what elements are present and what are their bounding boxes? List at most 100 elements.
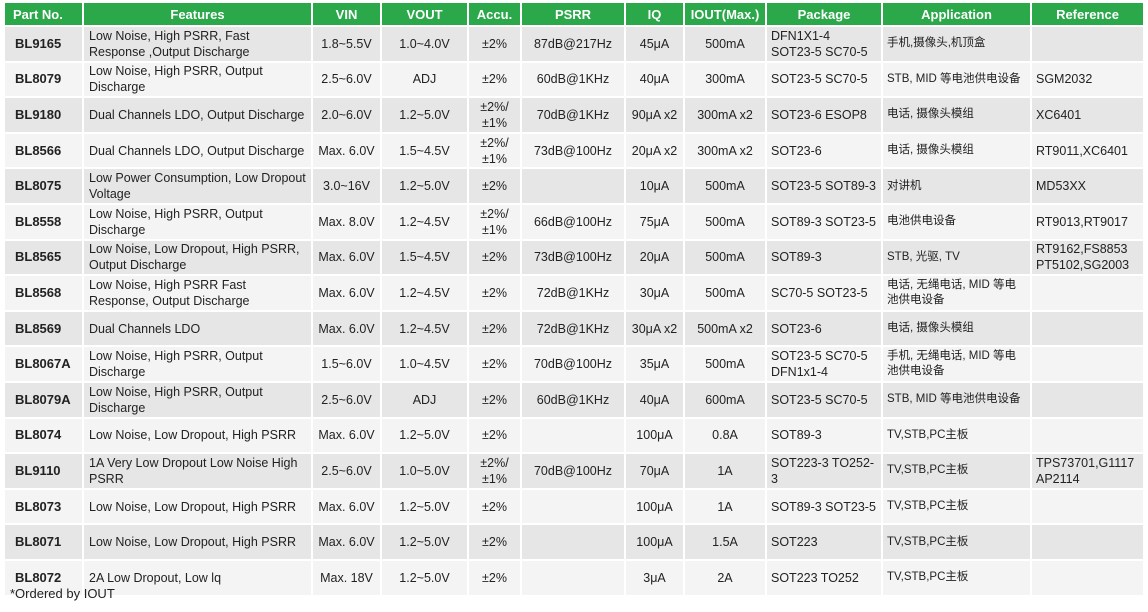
reference-cell (1032, 274, 1143, 310)
features-cell: Low Noise, Low Dropout, High PSRR (84, 487, 313, 524)
accuracy-cell: ±2% (469, 558, 522, 595)
iout-cell: 2A (685, 558, 767, 595)
part-number-cell: BL8071 (5, 523, 84, 559)
application-cell: 对讲机 (883, 167, 1032, 203)
psrr-cell: 60dB@1KHz (522, 380, 626, 417)
package-cell: SOT223 TO252 (767, 558, 883, 595)
package-cell: SOT89-3 (767, 416, 883, 453)
package-cell: SOT223-3 TO252-3 (767, 452, 883, 488)
application-cell: TV,STB,PC主板 (883, 452, 1032, 488)
accuracy-cell: ±2% (469, 416, 522, 453)
accuracy-cell: ±2%/ ±1% (469, 96, 522, 132)
vout-cell: 1.2~4.5V (382, 309, 469, 346)
features-cell: Dual Channels LDO (84, 309, 313, 346)
application-cell: 电话, 摄像头模组 (883, 96, 1032, 132)
iq-cell: 100μA (626, 487, 685, 524)
column-header-reference: Reference (1032, 3, 1143, 25)
features-cell: Low Noise, High PSRR, Output Discharge (84, 345, 313, 381)
psrr-cell: 87dB@217Hz (522, 25, 626, 61)
application-cell: STB, MID 等电池供电设备 (883, 380, 1032, 417)
ldo-product-table: Part No. Features VIN VOUT Accu. PSRR IQ… (5, 3, 1143, 595)
iout-cell: 500mA x2 (685, 309, 767, 346)
features-cell: 1A Very Low Dropout Low Noise High PSRR (84, 452, 313, 488)
application-cell: TV,STB,PC主板 (883, 523, 1032, 559)
reference-cell (1032, 416, 1143, 453)
package-cell: SOT23-5 SC70-5 DFN1x1-4 (767, 345, 883, 381)
product-table-container: Part No. Features VIN VOUT Accu. PSRR IQ… (5, 3, 1143, 595)
column-header-part-no: Part No. (5, 3, 84, 25)
iout-cell: 300mA (685, 60, 767, 97)
column-header-psrr: PSRR (522, 3, 626, 25)
reference-cell: SGM2032 (1032, 60, 1143, 97)
vout-cell: 1.2~5.0V (382, 523, 469, 559)
vout-cell: ADJ (382, 380, 469, 417)
part-number-cell: BL9165 (5, 25, 84, 61)
features-cell: Low Noise, High PSRR, Output Discharge (84, 380, 313, 417)
part-number-cell: BL8074 (5, 416, 84, 453)
psrr-cell (522, 523, 626, 559)
iout-cell: 1.5A (685, 523, 767, 559)
iout-cell: 1A (685, 452, 767, 488)
psrr-cell: 60dB@1KHz (522, 60, 626, 97)
package-cell: SOT23-6 (767, 131, 883, 168)
table-row: BL8079A Low Noise, High PSRR, Output Disc… (5, 380, 1143, 417)
features-cell: 2A Low Dropout, Low lq (84, 558, 313, 595)
table-row: BL8558 Low Noise, High PSRR, Output Disch… (5, 202, 1143, 239)
package-cell: DFN1X1-4 SOT23-5 SC70-5 (767, 25, 883, 61)
iout-cell: 300mA x2 (685, 96, 767, 132)
features-cell: Low Noise, High PSRR, Output Discharge (84, 202, 313, 239)
iq-cell: 20μA x2 (626, 131, 685, 168)
part-number-cell: BL8079 (5, 60, 84, 97)
vout-cell: 1.2~5.0V (382, 487, 469, 524)
reference-cell: TPS73701,G1117 AP2114 (1032, 452, 1143, 488)
accuracy-cell: ±2% (469, 345, 522, 381)
application-cell: 手机,摄像头,机顶盒 (883, 25, 1032, 61)
table-row: BL8079 Low Noise, High PSRR, Output Disch… (5, 60, 1143, 97)
features-cell: Low Noise, High PSRR, Fast Response ,Out… (84, 25, 313, 61)
package-cell: SOT89-3 (767, 238, 883, 275)
features-cell: Low Noise, High PSRR Fast Response, Outp… (84, 274, 313, 310)
part-number-cell: BL8073 (5, 487, 84, 524)
iq-cell: 40μA (626, 380, 685, 417)
psrr-cell (522, 167, 626, 203)
application-cell: TV,STB,PC主板 (883, 487, 1032, 524)
reference-cell (1032, 558, 1143, 595)
package-cell: SOT89-3 SOT23-5 (767, 202, 883, 239)
vin-cell: 1.5~6.0V (313, 345, 382, 381)
iq-cell: 20μA (626, 238, 685, 275)
package-cell: SOT89-3 SOT23-5 (767, 487, 883, 524)
column-header-accuracy: Accu. (469, 3, 522, 25)
accuracy-cell: ±2% (469, 487, 522, 524)
part-number-cell: BL8569 (5, 309, 84, 346)
vout-cell: ADJ (382, 60, 469, 97)
accuracy-cell: ±2% (469, 309, 522, 346)
iq-cell: 40μA (626, 60, 685, 97)
psrr-cell: 73dB@100Hz (522, 238, 626, 275)
psrr-cell (522, 416, 626, 453)
column-header-vout: VOUT (382, 3, 469, 25)
iq-cell: 3μA (626, 558, 685, 595)
accuracy-cell: ±2% (469, 380, 522, 417)
accuracy-cell: ±2% (469, 25, 522, 61)
psrr-cell: 70dB@1KHz (522, 96, 626, 132)
iq-cell: 75μA (626, 202, 685, 239)
accuracy-cell: ±2% (469, 238, 522, 275)
application-cell: STB, MID 等电池供电设备 (883, 60, 1032, 97)
features-cell: Low Noise, Low Dropout, High PSRR, Outpu… (84, 238, 313, 275)
psrr-cell: 70dB@100Hz (522, 345, 626, 381)
vin-cell: Max. 8.0V (313, 202, 382, 239)
table-row: BL8569 Dual Channels LDO Max. 6.0V 1.2~4.5V… (5, 309, 1143, 346)
iq-cell: 90μA x2 (626, 96, 685, 132)
features-cell: Low Noise, High PSRR, Output Discharge (84, 60, 313, 97)
iout-cell: 300mA x2 (685, 131, 767, 168)
application-cell: 电话, 摄像头模组 (883, 131, 1032, 168)
part-number-cell: BL9180 (5, 96, 84, 132)
vout-cell: 1.2~5.0V (382, 416, 469, 453)
column-header-vin: VIN (313, 3, 382, 25)
package-cell: SOT23-5 SOT89-3 (767, 167, 883, 203)
table-row: BL8073 Low Noise, Low Dropout, High PSRR M… (5, 487, 1143, 524)
vout-cell: 1.0~4.5V (382, 345, 469, 381)
reference-cell: RT9013,RT9017 (1032, 202, 1143, 239)
vout-cell: 1.2~5.0V (382, 167, 469, 203)
iout-cell: 600mA (685, 380, 767, 417)
